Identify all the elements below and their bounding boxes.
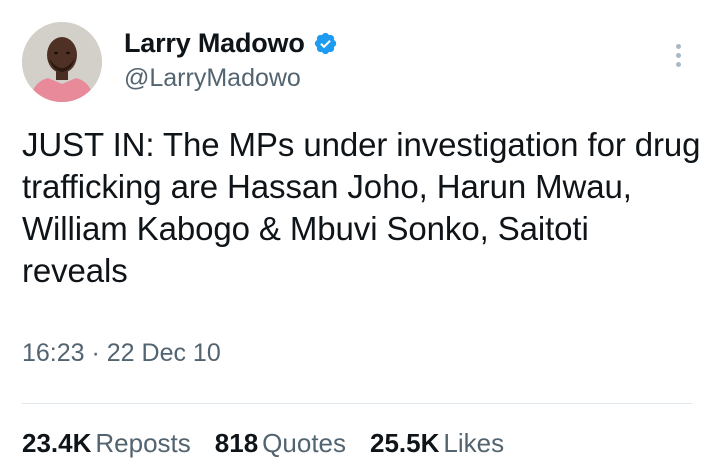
reposts-stat[interactable]: 23.4K Reposts bbox=[22, 428, 191, 459]
likes-label: Likes bbox=[443, 428, 505, 458]
reposts-label: Reposts bbox=[95, 428, 191, 458]
user-handle[interactable]: @LarryMadowo bbox=[124, 64, 338, 93]
quotes-label: Quotes bbox=[262, 428, 346, 458]
avatar[interactable] bbox=[22, 22, 102, 102]
tweet-card: Larry Madowo @LarryMadowo JUST IN: The M… bbox=[0, 0, 713, 474]
engagement-stats: 23.4K Reposts 818 Quotes 25.5K Likes bbox=[22, 428, 504, 459]
avatar-image bbox=[22, 22, 102, 102]
tweet-text: JUST IN: The MPs under investigation for… bbox=[22, 126, 701, 289]
more-vertical-icon[interactable] bbox=[670, 44, 686, 72]
reposts-count: 23.4K bbox=[22, 428, 92, 458]
display-name[interactable]: Larry Madowo bbox=[124, 28, 305, 59]
author-block: Larry Madowo @LarryMadowo bbox=[124, 26, 338, 93]
tweet-timestamp[interactable]: 16:23 · 22 Dec 10 bbox=[22, 339, 221, 368]
quotes-count: 818 bbox=[214, 428, 259, 458]
likes-stat[interactable]: 25.5K Likes bbox=[370, 428, 504, 459]
quotes-stat[interactable]: 818 Quotes bbox=[215, 428, 346, 459]
divider bbox=[22, 403, 692, 404]
verified-badge-icon bbox=[313, 31, 338, 56]
likes-count: 25.5K bbox=[370, 428, 440, 458]
name-row: Larry Madowo bbox=[124, 26, 338, 60]
